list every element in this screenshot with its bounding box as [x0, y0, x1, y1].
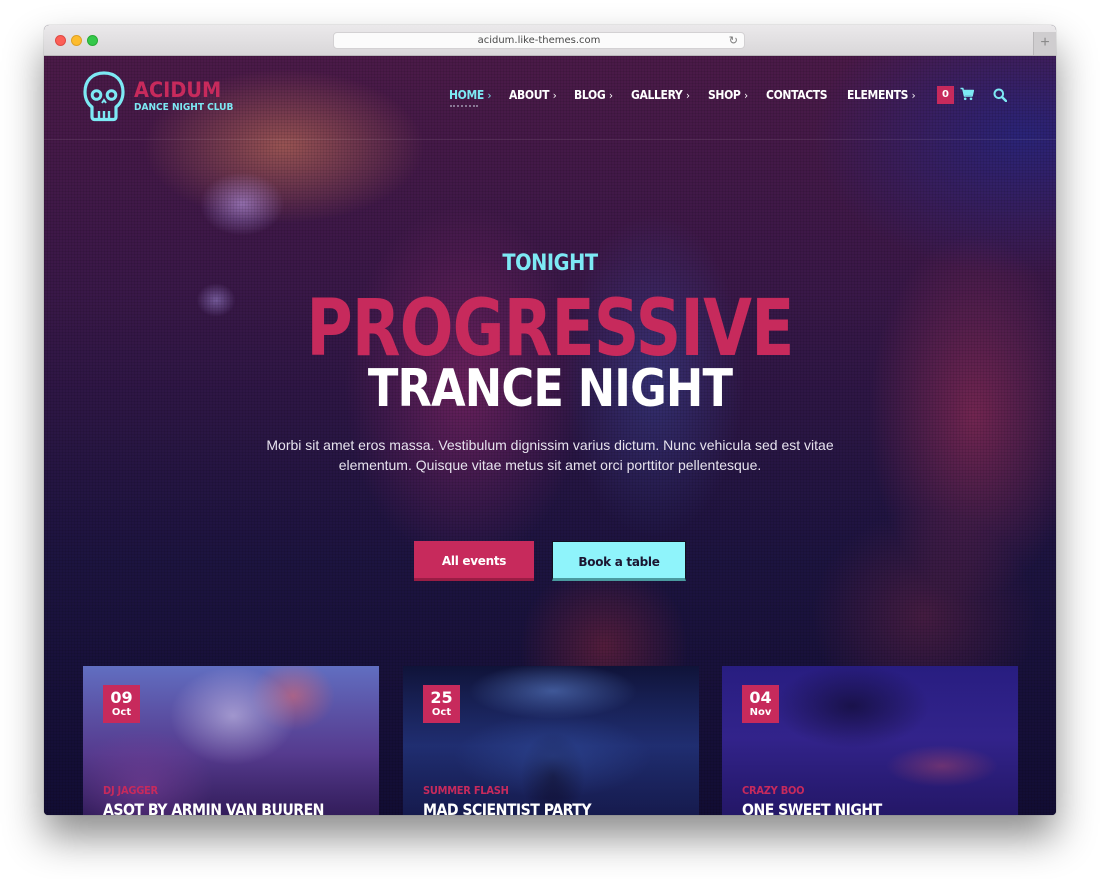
- event-dj: DJ JAGGER: [103, 784, 158, 797]
- event-title[interactable]: MAD SCIENTIST PARTY: [423, 800, 592, 815]
- new-tab-button[interactable]: +: [1033, 32, 1056, 55]
- event-date-badge: 04 Nov: [742, 685, 779, 723]
- cart-count-badge[interactable]: 0: [937, 86, 954, 104]
- chevron-right-icon: ›: [744, 89, 748, 102]
- address-bar-url: acidum.like-themes.com: [477, 35, 601, 46]
- nav-item-about[interactable]: ABOUT ›: [509, 87, 557, 104]
- event-card[interactable]: 25 Oct SUMMER FLASH MAD SCIENTIST PARTY: [403, 666, 699, 815]
- event-day: 04: [749, 688, 772, 707]
- close-window-button[interactable]: [55, 35, 66, 46]
- browser-window: acidum.like-themes.com ↻ + ACIDUM DANCE …: [44, 25, 1056, 815]
- event-month: Oct: [111, 707, 132, 718]
- nav-item-home[interactable]: HOME ›: [449, 87, 491, 104]
- main-navigation: HOME › ABOUT › BLOG › GALLERY › SHOP › CONTAC…: [44, 87, 1056, 107]
- active-nav-indicator: [450, 105, 478, 107]
- event-date-badge: 25 Oct: [423, 685, 460, 723]
- book-table-button[interactable]: Book a table: [552, 541, 686, 581]
- event-date-badge: 09 Oct: [103, 685, 140, 723]
- event-month: Oct: [431, 707, 452, 718]
- chevron-right-icon: ›: [911, 89, 916, 102]
- nav-item-shop[interactable]: SHOP ›: [708, 87, 748, 104]
- event-card[interactable]: 04 Nov CRAZY BOO ONE SWEET NIGHT: [722, 666, 1018, 815]
- hero-kicker: TONIGHT: [502, 251, 598, 276]
- hero-title-line2: TRANCE NIGHT: [367, 359, 733, 419]
- all-events-button[interactable]: All events: [414, 541, 534, 581]
- event-month: Nov: [749, 707, 772, 718]
- maximize-window-button[interactable]: [87, 35, 98, 46]
- address-bar[interactable]: acidum.like-themes.com ↻: [333, 32, 745, 49]
- plus-icon: +: [1040, 34, 1050, 51]
- event-title[interactable]: ASOT BY ARMIN VAN BUUREN: [103, 800, 324, 815]
- chevron-right-icon: ›: [487, 89, 492, 102]
- event-dj: CRAZY BOO: [742, 784, 805, 797]
- browser-titlebar: acidum.like-themes.com ↻ +: [44, 25, 1056, 56]
- event-dj: SUMMER FLASH: [423, 784, 509, 797]
- cart-icon[interactable]: [960, 87, 974, 101]
- nav-item-contacts[interactable]: CONTACTS: [766, 87, 828, 103]
- event-day: 09: [110, 688, 133, 707]
- minimize-window-button[interactable]: [71, 35, 82, 46]
- search-icon[interactable]: [993, 88, 1007, 102]
- reload-icon[interactable]: ↻: [729, 33, 738, 48]
- nav-item-gallery[interactable]: GALLERY ›: [631, 87, 690, 104]
- nav-item-blog[interactable]: BLOG ›: [574, 87, 613, 104]
- nav-item-elements[interactable]: ELEMENTS ›: [847, 87, 916, 104]
- hero-title-line1: PROGRESSIVE: [306, 284, 794, 374]
- hero-description: Morbi sit amet eros massa. Vestibulum di…: [266, 437, 834, 473]
- header-divider: [44, 139, 1056, 140]
- event-title[interactable]: ONE SWEET NIGHT: [742, 800, 882, 815]
- chevron-right-icon: ›: [552, 89, 557, 102]
- webpage: ACIDUM DANCE NIGHT CLUB HOME › ABOUT › BLO…: [44, 56, 1056, 815]
- event-card[interactable]: 09 Oct DJ JAGGER ASOT BY ARMIN VAN BUURE…: [83, 666, 379, 815]
- chevron-right-icon: ›: [685, 89, 690, 102]
- chevron-right-icon: ›: [608, 89, 613, 102]
- event-day: 25: [430, 688, 453, 707]
